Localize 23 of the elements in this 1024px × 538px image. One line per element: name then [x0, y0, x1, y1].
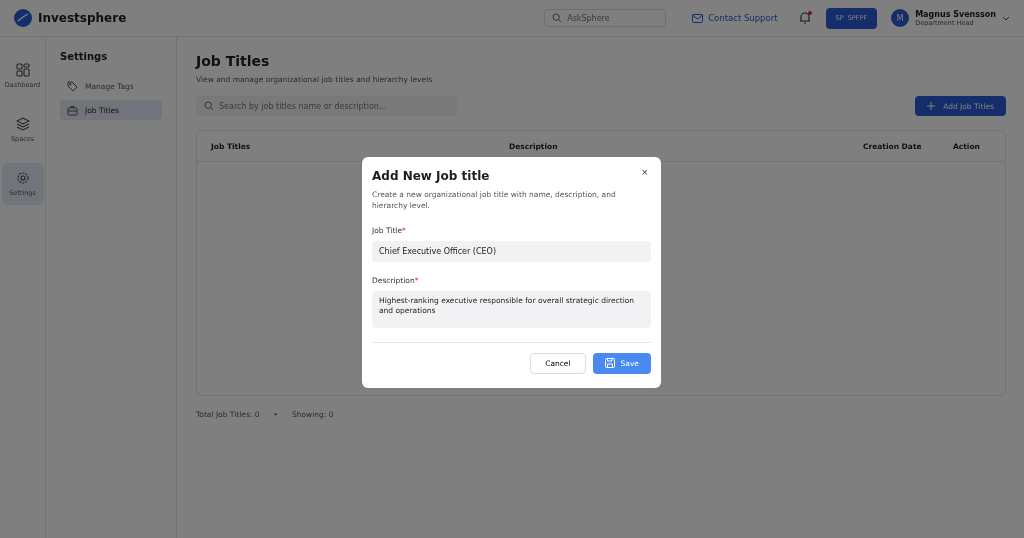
- bell-icon[interactable]: [797, 11, 812, 25]
- page-title: Job Titles: [196, 53, 271, 69]
- logo-icon: [14, 9, 32, 27]
- search-icon: [552, 13, 563, 23]
- briefcase-icon: [67, 104, 78, 116]
- envelope-icon: [692, 13, 704, 23]
- search-field[interactable]: AskSphere: [544, 9, 667, 27]
- gear-icon: [15, 171, 30, 185]
- grid-icon: [15, 63, 30, 77]
- chevron-down-icon[interactable]: [1002, 15, 1010, 21]
- dialog-title: Add New Job title: [372, 169, 490, 183]
- tag-icon: [67, 80, 78, 92]
- search-icon: [204, 101, 214, 111]
- layers-icon: [15, 117, 30, 131]
- contact-support-link[interactable]: Contact Support: [692, 13, 778, 23]
- plus-icon: [927, 102, 936, 110]
- close-button[interactable]: ×: [638, 167, 651, 178]
- user-name: Magnus Svensson: [915, 9, 996, 19]
- job-title-field[interactable]: Chief Executive Officer (CEO): [372, 240, 651, 262]
- avatar[interactable]: M: [891, 9, 910, 27]
- brand-name: Investsphere: [38, 11, 127, 25]
- settings-heading: Settings: [60, 51, 109, 62]
- floppy-disk-icon: [604, 358, 615, 368]
